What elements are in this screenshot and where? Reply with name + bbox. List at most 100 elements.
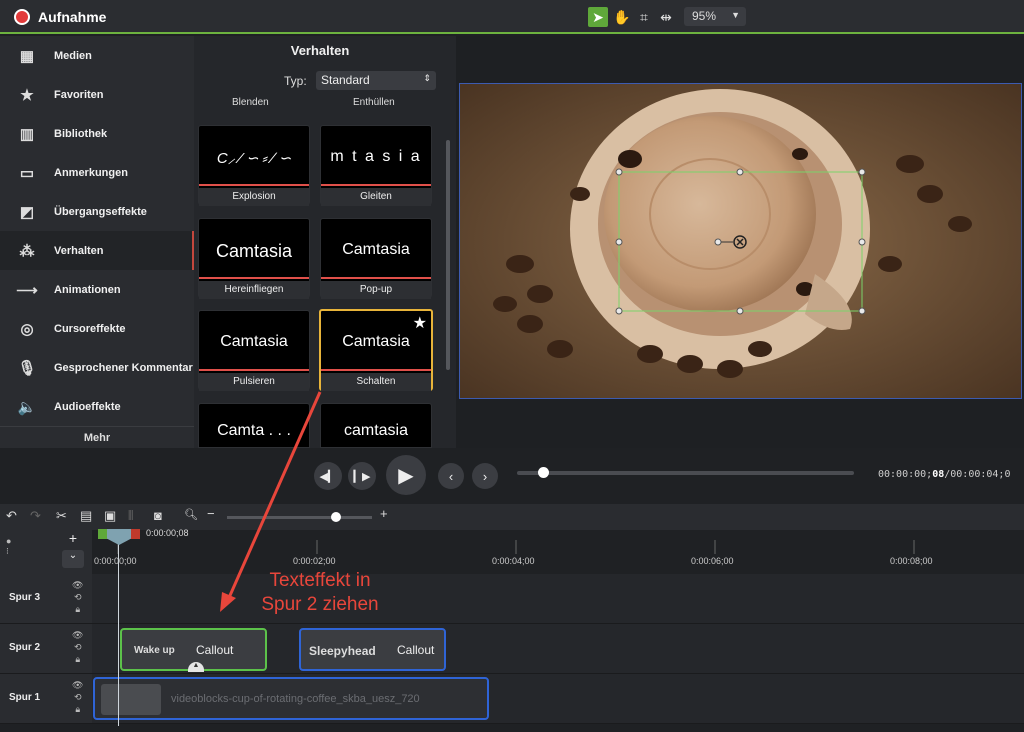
- sidebar-item-annotations[interactable]: ▭ Anmerkungen: [0, 153, 194, 192]
- sidebar-item-audio-effects[interactable]: 🔈 Audioeffekte: [0, 387, 194, 426]
- track-visibility-icon[interactable]: 👁︎ ⟲ 🔒︎: [72, 679, 83, 715]
- sidebar-item-animations[interactable]: ⟶ Animationen: [0, 270, 194, 309]
- timeline-ruler[interactable]: [92, 530, 1024, 574]
- behavior-handle-icon[interactable]: ▲: [188, 662, 204, 672]
- annotation-line-2: Spur 2 ziehen: [261, 594, 379, 615]
- sidebar-item-media[interactable]: ▦ Medien: [0, 36, 194, 75]
- sidebar-item-library[interactable]: ▥ Bibliothek: [0, 114, 194, 153]
- thumb-label: Hereinfliegen: [199, 281, 309, 299]
- hand-tool-icon[interactable]: ✋: [612, 7, 632, 27]
- film-icon: ▦: [19, 47, 35, 65]
- zoom-dropdown[interactable]: 95% ▼: [684, 7, 746, 26]
- zoom-out-icon[interactable]: −: [207, 506, 215, 521]
- callout-clip-sleepyhead[interactable]: Sleepyhead Callout: [299, 628, 446, 671]
- step-forward-icon[interactable]: ▎▶: [348, 462, 376, 490]
- sidebar-item-transitions[interactable]: ◩ Übergangseffekte: [0, 192, 194, 231]
- ruler-tick-label: 0:00:06;00: [691, 556, 734, 566]
- chevron-down-icon: ▼: [731, 10, 740, 20]
- split-icon[interactable]: ⫴: [128, 508, 133, 524]
- zoom-in-icon[interactable]: +: [380, 506, 388, 521]
- behavior-icon: ⁂: [19, 242, 35, 260]
- type-dropdown[interactable]: Standard ⇕: [316, 71, 436, 90]
- next-icon[interactable]: ›: [472, 463, 498, 489]
- clip-type: Callout: [397, 643, 435, 657]
- sidebar-item-behaviors[interactable]: ⁂ Verhalten: [0, 231, 194, 270]
- snapshot-icon[interactable]: ◙: [154, 508, 162, 523]
- timecode: 00:00:00;08/00:00:04;0: [878, 469, 1011, 480]
- behavior-thumb-partial-1[interactable]: Camta . . .: [198, 403, 310, 448]
- video-clip[interactable]: videoblocks-cup-of-rotating-coffee_skba_…: [93, 677, 489, 720]
- sidebar-item-cursor-effects[interactable]: ◎ Cursoreffekte: [0, 309, 194, 348]
- paste-icon[interactable]: ▣: [104, 508, 116, 524]
- ruler-tick-label: 0:00:00;00: [94, 556, 137, 566]
- track-header-spur-3[interactable]: Spur 3 👁︎ ⟲ 🔒︎: [0, 574, 92, 624]
- zoom-slider-handle[interactable]: [331, 512, 341, 522]
- sidebar-item-label: Gesprochener Kommentar: [54, 361, 193, 374]
- sidebar-item-label: Audioeffekte: [54, 400, 121, 413]
- crop-tool-icon[interactable]: ⌗: [634, 7, 654, 27]
- track-visibility-icon[interactable]: 👁︎ ⟲ 🔒︎: [72, 579, 83, 615]
- behavior-thumb-popup[interactable]: Camtasia Pop-up: [320, 218, 432, 299]
- behavior-thumb-partial-2[interactable]: camtasia: [320, 403, 432, 448]
- more-button[interactable]: Mehr: [0, 426, 194, 448]
- sidebar-item-label: Übergangseffekte: [54, 205, 147, 218]
- annotation-icon: ▭: [19, 164, 35, 182]
- add-track-icon[interactable]: +: [62, 530, 84, 548]
- ruler-ticks: [117, 540, 915, 554]
- app-title: Aufnahme: [38, 9, 107, 25]
- behavior-thumb-schalten[interactable]: ★ Camtasia Schalten: [319, 309, 433, 391]
- favorite-star-icon[interactable]: ★: [413, 313, 427, 333]
- pan-zoom-tool-icon[interactable]: ⇹: [656, 7, 676, 27]
- sidebar-item-label: Animationen: [54, 283, 121, 296]
- scrub-handle[interactable]: [538, 467, 549, 478]
- sidebar-item-favorites[interactable]: ★ Favoriten: [0, 75, 194, 114]
- thumb-preview: Camtasia: [342, 241, 410, 258]
- chevron-down-icon[interactable]: ⌄: [62, 550, 84, 568]
- track-visibility-icon[interactable]: 👁︎ ⟲ 🔒︎: [72, 629, 83, 665]
- step-back-icon[interactable]: ◀▎: [314, 462, 342, 490]
- sidebar-item-label: Cursoreffekte: [54, 322, 126, 335]
- behaviors-scrollbar[interactable]: [446, 140, 450, 370]
- select-tool-icon[interactable]: ➤: [588, 7, 608, 27]
- callout-clip-wake-up[interactable]: Wake up Callout ▲: [120, 628, 267, 672]
- record-icon[interactable]: [14, 9, 30, 25]
- scrub-bar[interactable]: [517, 471, 854, 475]
- animation-icon: ⟶: [16, 281, 38, 299]
- sidebar-item-label: Favoriten: [54, 88, 104, 101]
- behavior-thumb-pulsieren[interactable]: Camtasia Pulsieren: [198, 310, 310, 391]
- selection-start-handle[interactable]: [98, 529, 108, 539]
- clip-text: Sleepyhead: [309, 644, 376, 658]
- play-icon[interactable]: ▶: [386, 455, 426, 495]
- behavior-thumb-hereinfliegen[interactable]: Camtasia Hereinfliegen: [198, 218, 310, 299]
- ruler-tick-label: 0:00:08;00: [890, 556, 933, 566]
- speaker-icon: 🔈: [17, 398, 37, 416]
- undo-icon[interactable]: ↶: [6, 508, 17, 524]
- redo-icon[interactable]: ↷: [30, 508, 41, 524]
- type-label: Typ:: [284, 74, 307, 88]
- chevron-updown-icon: ⇕: [423, 73, 431, 83]
- track-header-spur-1[interactable]: Spur 1 👁︎ ⟲ 🔒︎: [0, 674, 92, 724]
- track-spur-3[interactable]: [92, 574, 1024, 624]
- ruler-tick-label: 0:00:04;00: [492, 556, 535, 566]
- track-height-icon[interactable]: ● ⁝: [6, 536, 11, 557]
- cursor-icon: ◎: [20, 320, 34, 338]
- sidebar: ▦ Medien ★ Favoriten ▥ Bibliothek ▭ Anmerkun…: [0, 36, 194, 448]
- sidebar-item-voice-narration[interactable]: 🎙 Gesprochener Kommentar: [0, 348, 194, 387]
- thumb-label: Gleiten: [321, 188, 431, 206]
- thumb-label-enthuellen[interactable]: Enthüllen: [353, 97, 395, 108]
- zoom-slider[interactable]: [227, 516, 372, 519]
- zoom-icon: 🔍︎: [184, 509, 198, 521]
- behavior-thumb-explosion[interactable]: C⸝ ⁄ ∽ ⸗ ∕ ∽ Explosion: [198, 125, 310, 206]
- thumb-divider: [321, 369, 431, 371]
- previous-icon[interactable]: ‹: [438, 463, 464, 489]
- selection-end-handle[interactable]: [130, 529, 140, 539]
- track-header-spur-2[interactable]: Spur 2 👁︎ ⟲ 🔒︎: [0, 624, 92, 674]
- behavior-thumb-gleiten[interactable]: m t a s i a Gleiten: [320, 125, 432, 206]
- copy-icon[interactable]: ▤: [80, 508, 92, 524]
- cut-icon[interactable]: ✂: [56, 508, 67, 524]
- annotation-line-1: Texteffekt in: [269, 570, 371, 591]
- preview-canvas[interactable]: [459, 83, 1022, 399]
- track-name: Spur 1: [9, 692, 41, 703]
- thumb-preview: Camtasia: [220, 333, 288, 350]
- thumb-label-blenden[interactable]: Blenden: [232, 97, 269, 108]
